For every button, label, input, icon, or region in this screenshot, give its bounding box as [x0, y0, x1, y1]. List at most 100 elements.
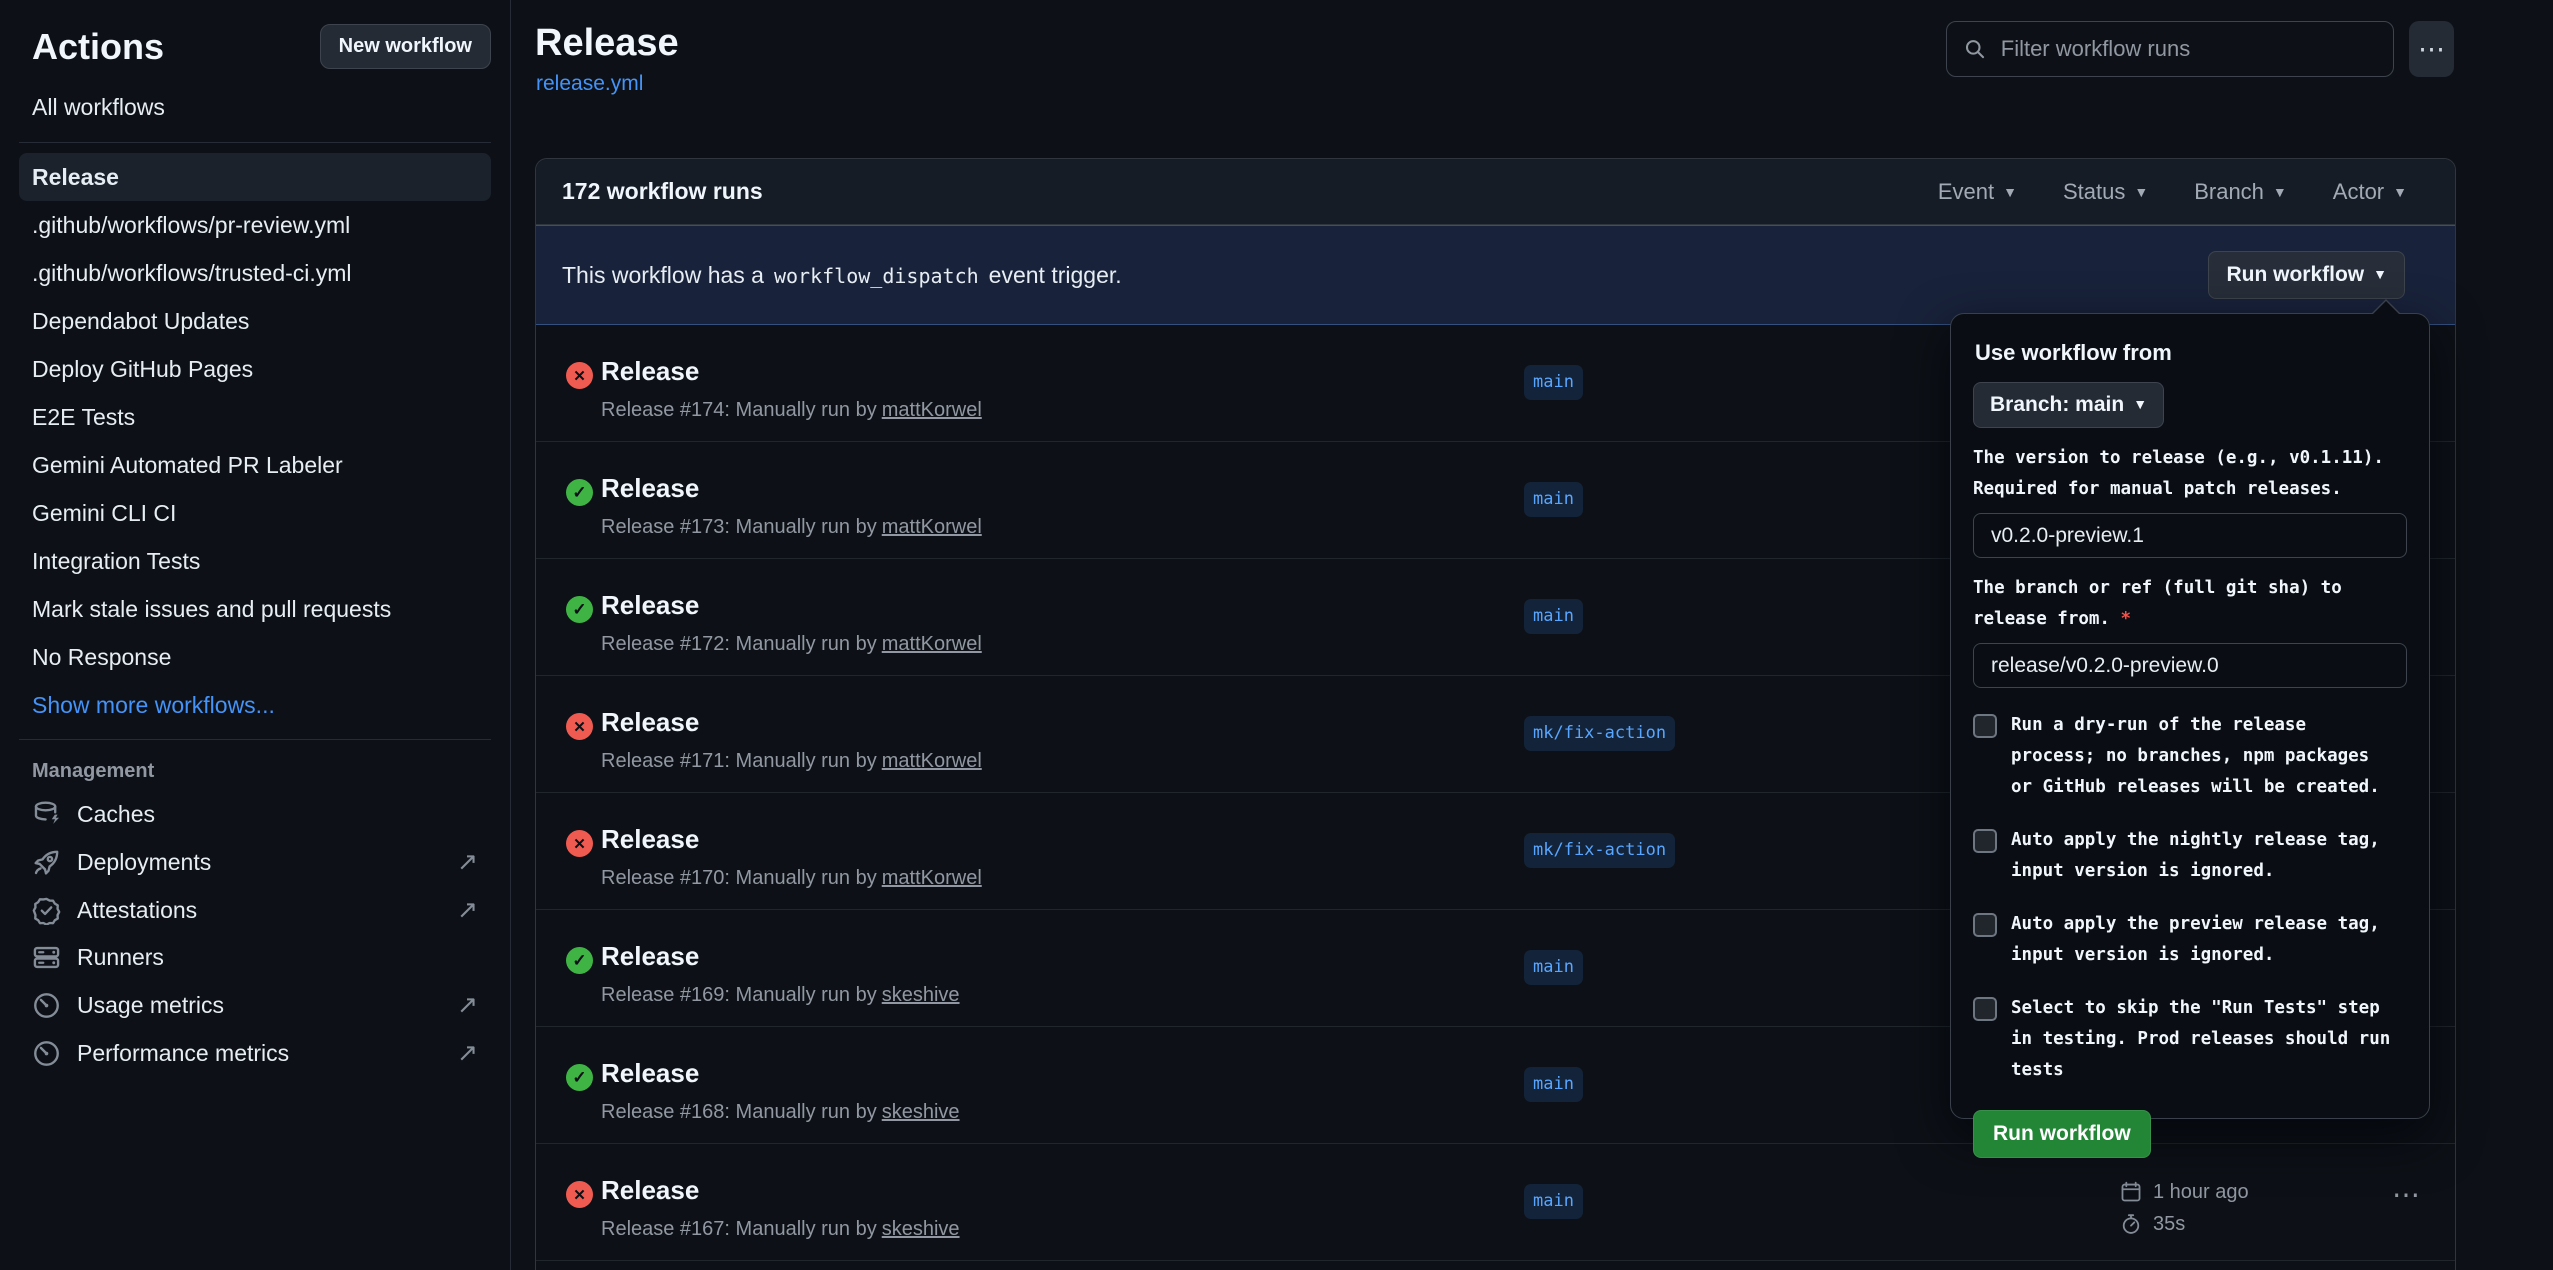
actor-link[interactable]: mattKorwel	[882, 867, 982, 889]
run-options-kebab-button[interactable]: ⋯	[2392, 1178, 2422, 1211]
sidebar-item-workflow[interactable]: .github/workflows/trusted-ci.yml	[19, 249, 491, 297]
workflow-options-kebab-button[interactable]: ⋯	[2409, 21, 2454, 77]
sidebar-item-workflow[interactable]: Mark stale issues and pull requests	[19, 585, 491, 633]
search-icon	[1964, 37, 1986, 61]
workflow-file-link[interactable]: release.yml	[536, 72, 643, 96]
management-item-label: Caches	[77, 801, 155, 828]
management-item-label: Runners	[77, 944, 164, 971]
sidebar-item-management[interactable]: Usage metrics ↗	[19, 981, 491, 1029]
run-title-link[interactable]: Release	[601, 1058, 699, 1089]
sidebar-item-workflow[interactable]: Release	[19, 153, 491, 201]
actor-link[interactable]: mattKorwel	[882, 516, 982, 538]
branch-badge[interactable]: main	[1524, 365, 1583, 400]
sidebar-divider	[19, 142, 491, 143]
sidebar-item-workflow[interactable]: Deploy GitHub Pages	[19, 345, 491, 393]
branch-badge[interactable]: main	[1524, 1067, 1583, 1102]
run-description: Release #168: Manually run byskeshive	[601, 1101, 960, 1124]
run-title-link[interactable]: Release	[601, 824, 699, 855]
chevron-down-icon: ▼	[2393, 184, 2407, 200]
run-title-link[interactable]: Release	[601, 941, 699, 972]
filter-dropdown[interactable]: Branch▼	[2194, 179, 2287, 205]
sidebar-item-workflow[interactable]: E2E Tests	[19, 393, 491, 441]
sidebar-item-management[interactable]: Performance metrics ↗	[19, 1029, 491, 1077]
sidebar-item-workflow[interactable]: Dependabot Updates	[19, 297, 491, 345]
run-status-icon	[566, 479, 593, 506]
run-description: Release #169: Manually run byskeshive	[601, 984, 960, 1007]
sidebar-item-management[interactable]: Caches	[19, 791, 491, 838]
branch-badge[interactable]: mk/fix-action	[1524, 833, 1675, 868]
popover-title: Use workflow from	[1975, 340, 2407, 366]
checkbox-unchecked[interactable]	[1973, 913, 1997, 937]
run-title-link[interactable]: Release	[601, 1175, 699, 1206]
runs-filter-bar: Event▼ Status▼ Branch▼ Actor ▼	[1938, 179, 2407, 205]
sidebar-item-workflow[interactable]: Show more workflows...	[19, 681, 491, 729]
management-item-label: Deployments	[77, 849, 211, 876]
workflow-run-row[interactable]: Release Release #167: Manually run byske…	[536, 1144, 2455, 1261]
filter-workflow-runs-box[interactable]	[1946, 21, 2394, 77]
banner-text: This workflow has aworkflow_dispatcheven…	[562, 262, 1122, 289]
sidebar-item-management[interactable]: Deployments ↗	[19, 838, 491, 886]
run-title-link[interactable]: Release	[601, 590, 699, 621]
ref-input[interactable]	[1973, 643, 2407, 688]
run-workflow-popover: Use workflow from Branch: main▼ The vers…	[1950, 313, 2430, 1119]
workflow-label: Dependabot Updates	[32, 308, 249, 334]
workflow-dispatch-banner: This workflow has aworkflow_dispatcheven…	[536, 225, 2455, 325]
new-workflow-button[interactable]: New workflow	[320, 24, 491, 69]
run-title-link[interactable]: Release	[601, 707, 699, 738]
sidebar-item-workflow[interactable]: Integration Tests	[19, 537, 491, 585]
checkbox-label: Select to skip the "Run Tests" step in t…	[2011, 993, 2393, 1086]
workflow-label: E2E Tests	[32, 404, 135, 430]
actor-link[interactable]: skeshive	[882, 1101, 960, 1123]
checkbox-unchecked[interactable]	[1973, 829, 1997, 853]
runs-count: 172 workflow runs	[562, 178, 763, 205]
external-link-arrow-icon: ↗	[457, 895, 478, 925]
kebab-horizontal-icon: ⋯	[2418, 34, 2445, 65]
branch-badge[interactable]: main	[1524, 482, 1583, 517]
run-title-link[interactable]: Release	[601, 356, 699, 387]
actor-link[interactable]: skeshive	[882, 1218, 960, 1240]
filter-workflow-runs-input[interactable]	[1999, 35, 2376, 63]
chevron-down-icon: ▼	[2003, 184, 2017, 200]
actor-link[interactable]: mattKorwel	[882, 750, 982, 772]
run-time: 1 hour ago	[2153, 1181, 2249, 1204]
sidebar-item-management[interactable]: Attestations ↗	[19, 886, 491, 934]
run-description: Release #171: Manually run bymattKorwel	[601, 750, 982, 773]
branch-select-button[interactable]: Branch: main▼	[1973, 382, 2164, 428]
run-description: Release #172: Manually run bymattKorwel	[601, 633, 982, 656]
filter-dropdown[interactable]: Status▼	[2063, 179, 2148, 205]
workflow-label: Gemini CLI CI	[32, 500, 176, 526]
branch-badge[interactable]: main	[1524, 950, 1583, 985]
run-description: Release #167: Manually run byskeshive	[601, 1218, 960, 1241]
actor-link[interactable]: mattKorwel	[882, 399, 982, 421]
actor-link[interactable]: skeshive	[882, 984, 960, 1006]
external-link-arrow-icon: ↗	[457, 847, 478, 877]
sidebar-item-all-workflows[interactable]: All workflows	[19, 81, 491, 132]
sidebar-item-workflow[interactable]: .github/workflows/pr-review.yml	[19, 201, 491, 249]
external-link-arrow-icon: ↗	[457, 990, 478, 1020]
sidebar-item-management[interactable]: Runners	[19, 934, 491, 981]
checkbox-row: Run a dry-run of the release process; no…	[1973, 710, 2407, 803]
version-field-help: The version to release (e.g., v0.1.11). …	[1973, 443, 2407, 505]
management-section-label: Management	[19, 760, 491, 783]
run-description: Release #173: Manually run bymattKorwel	[601, 516, 982, 539]
run-workflow-submit-button[interactable]: Run workflow	[1973, 1110, 2151, 1158]
checkbox-unchecked[interactable]	[1973, 714, 1997, 738]
run-title-link[interactable]: Release	[601, 473, 699, 504]
branch-badge[interactable]: mk/fix-action	[1524, 716, 1675, 751]
filter-dropdown-label: Actor	[2333, 179, 2384, 204]
sidebar-item-workflow[interactable]: Gemini Automated PR Labeler	[19, 441, 491, 489]
management-item-label: Performance metrics	[77, 1040, 289, 1067]
runs-panel-header: 172 workflow runs Event▼ Status▼ Branch▼	[536, 159, 2455, 225]
branch-badge[interactable]: main	[1524, 1184, 1583, 1219]
version-input[interactable]	[1973, 513, 2407, 558]
actions-sidebar: Actions New workflow All workflows Relea…	[0, 0, 511, 1270]
branch-badge[interactable]: main	[1524, 599, 1583, 634]
checkbox-unchecked[interactable]	[1973, 997, 1997, 1021]
actor-link[interactable]: mattKorwel	[882, 633, 982, 655]
filter-dropdown[interactable]: Event▼	[1938, 179, 2017, 205]
filter-dropdown[interactable]: Actor ▼	[2333, 179, 2407, 205]
sidebar-item-workflow[interactable]: No Response	[19, 633, 491, 681]
ref-field-help: The branch or ref (full git sha) to rele…	[1973, 573, 2407, 635]
run-workflow-dropdown-button[interactable]: Run workflow▼	[2208, 251, 2405, 299]
sidebar-item-workflow[interactable]: Gemini CLI CI	[19, 489, 491, 537]
